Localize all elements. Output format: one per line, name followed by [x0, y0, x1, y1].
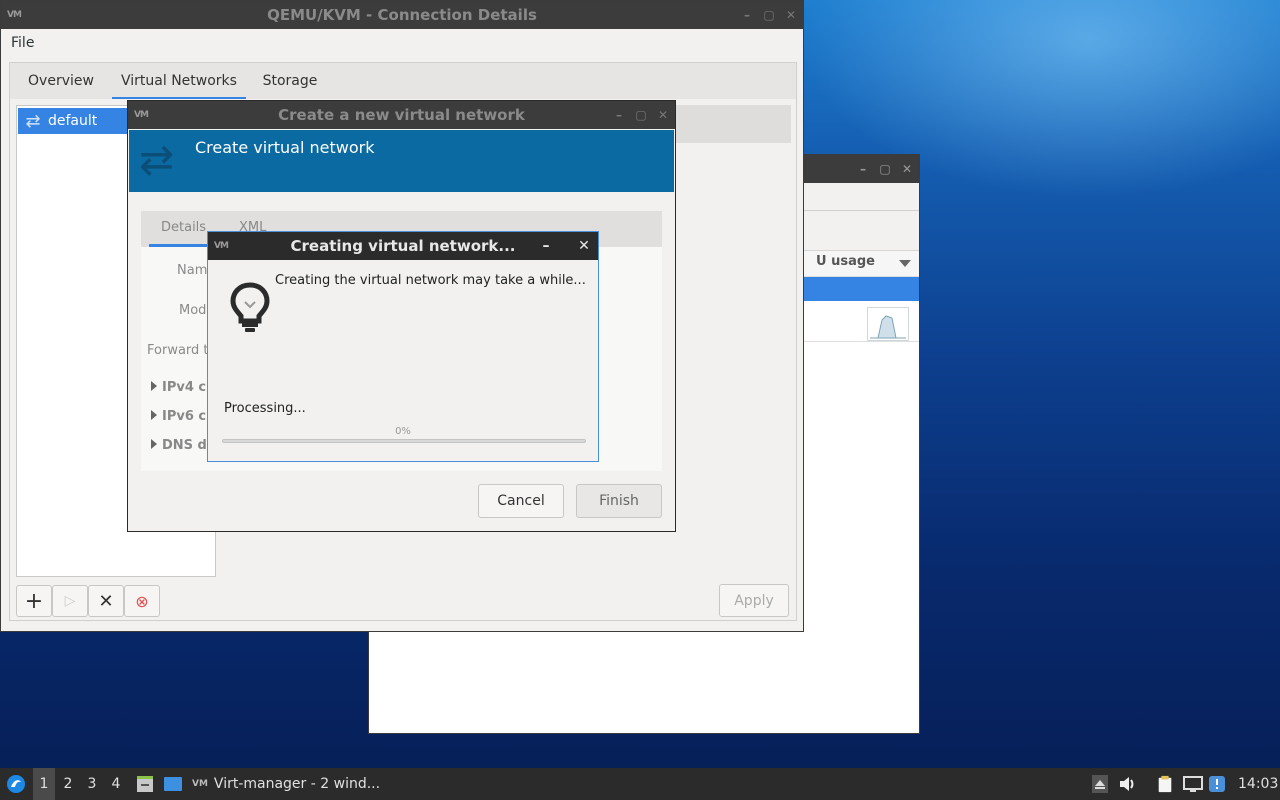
- workspace-4[interactable]: 4: [105, 768, 127, 800]
- cpu-graph-sparkline: [870, 315, 906, 339]
- network-arrows-icon: ⇄: [25, 110, 41, 132]
- maximize-icon[interactable]: ▢: [879, 162, 891, 176]
- ipv4-expander-label: IPv4 c: [162, 380, 207, 395]
- minimize-icon[interactable]: –: [857, 162, 869, 176]
- add-network-button[interactable]: +: [16, 585, 52, 617]
- network-arrows-icon: ⇄: [139, 135, 175, 184]
- file-manager-launcher[interactable]: [134, 768, 156, 800]
- banner-title: Create virtual network: [195, 138, 375, 157]
- virt-manager-logo-icon: VM: [7, 10, 22, 20]
- start-network-button[interactable]: ▷: [52, 585, 88, 617]
- progress-message: Creating the virtual network may take a …: [275, 273, 586, 288]
- dialog-banner: ⇄ Create virtual network: [129, 130, 674, 192]
- minimize-icon[interactable]: –: [540, 238, 552, 254]
- virt-manager-logo-icon: VM: [134, 110, 149, 120]
- tab-storage[interactable]: Storage: [256, 63, 324, 100]
- cpu-usage-graph: [867, 307, 909, 341]
- progress-dialog[interactable]: VM Creating virtual network... – ✕ Creat…: [207, 231, 599, 462]
- eject-icon[interactable]: [1092, 775, 1108, 793]
- dns-expander-label: DNS d: [162, 438, 207, 453]
- clock[interactable]: 14:03: [1238, 768, 1278, 800]
- lightbulb-icon: [230, 282, 270, 332]
- progress-bar: [222, 439, 586, 443]
- finish-button[interactable]: Finish: [576, 484, 662, 518]
- tab-overview[interactable]: Overview: [18, 63, 104, 100]
- virt-manager-logo-icon: VM: [214, 241, 229, 251]
- minimize-icon[interactable]: –: [613, 108, 625, 122]
- close-icon[interactable]: ✕: [785, 8, 797, 22]
- stop-network-button[interactable]: ⊗: [124, 585, 160, 617]
- volume-icon[interactable]: [1118, 775, 1138, 793]
- workspace-1[interactable]: 1: [33, 768, 55, 800]
- apply-button[interactable]: Apply: [719, 584, 789, 617]
- column-header-cpu-usage[interactable]: U usage: [816, 254, 875, 269]
- start-menu-button[interactable]: [4, 768, 28, 800]
- ipv4-expander[interactable]: IPv4 c: [151, 380, 206, 395]
- tab-details[interactable]: Details: [148, 211, 219, 247]
- name-label: Nam: [177, 263, 208, 278]
- ipv6-expander-label: IPv6 c: [162, 409, 207, 424]
- show-desktop-button[interactable]: [162, 768, 184, 800]
- progress-percent: 0%: [395, 426, 411, 437]
- ipv6-expander[interactable]: IPv6 c: [151, 409, 206, 424]
- taskbar: 1 2 3 4 VM Virt-manager - 2 wind... 14:0…: [0, 768, 1280, 800]
- taskbar-task-virt-manager[interactable]: VM Virt-manager - 2 wind...: [192, 768, 380, 800]
- progress-status: Processing...: [224, 401, 306, 416]
- dialog-title: Create a new virtual network: [278, 106, 525, 124]
- connection-details-titlebar[interactable]: VM QEMU/KVM - Connection Details – ▢ ✕: [1, 1, 803, 29]
- close-icon[interactable]: ✕: [657, 108, 669, 122]
- menubar: File: [1, 29, 803, 57]
- tab-bar: Overview Virtual Networks Storage: [9, 62, 797, 100]
- file-manager-icon: [137, 776, 153, 792]
- tab-virtual-networks[interactable]: Virtual Networks: [112, 63, 246, 100]
- close-icon[interactable]: ✕: [901, 162, 913, 176]
- delete-network-button[interactable]: ✕: [88, 585, 124, 617]
- chevron-right-icon: [151, 410, 157, 420]
- forward-label: Forward t: [147, 343, 209, 358]
- clipboard-icon[interactable]: [1156, 775, 1174, 793]
- window-title: QEMU/KVM - Connection Details: [267, 6, 537, 24]
- network-name: default: [48, 113, 98, 129]
- menu-file[interactable]: File: [11, 35, 34, 51]
- workspace-2[interactable]: 2: [57, 768, 79, 800]
- workspace-3[interactable]: 3: [81, 768, 103, 800]
- chevron-right-icon: [151, 381, 157, 391]
- cancel-button[interactable]: Cancel: [478, 484, 564, 518]
- progress-titlebar[interactable]: VM Creating virtual network... – ✕: [208, 232, 598, 260]
- progress-title: Creating virtual network...: [290, 237, 516, 255]
- network-details-header: [673, 105, 791, 143]
- maximize-icon[interactable]: ▢: [763, 8, 775, 22]
- lubuntu-logo-icon: [7, 775, 25, 793]
- minimize-icon[interactable]: –: [741, 8, 753, 22]
- maximize-icon[interactable]: ▢: [635, 108, 647, 122]
- chevron-down-icon[interactable]: [899, 260, 911, 267]
- desktop-icon: [164, 777, 182, 791]
- mode-label: Mod: [179, 303, 207, 318]
- task-label: Virt-manager - 2 wind...: [213, 776, 381, 792]
- chevron-right-icon: [151, 439, 157, 449]
- network-icon[interactable]: [1182, 775, 1204, 793]
- update-notifier-icon[interactable]: [1208, 775, 1226, 793]
- close-icon[interactable]: ✕: [578, 238, 590, 254]
- virt-manager-logo-icon: VM: [192, 779, 208, 789]
- create-network-titlebar[interactable]: VM Create a new virtual network – ▢ ✕: [128, 101, 675, 129]
- dns-expander[interactable]: DNS d: [151, 438, 207, 453]
